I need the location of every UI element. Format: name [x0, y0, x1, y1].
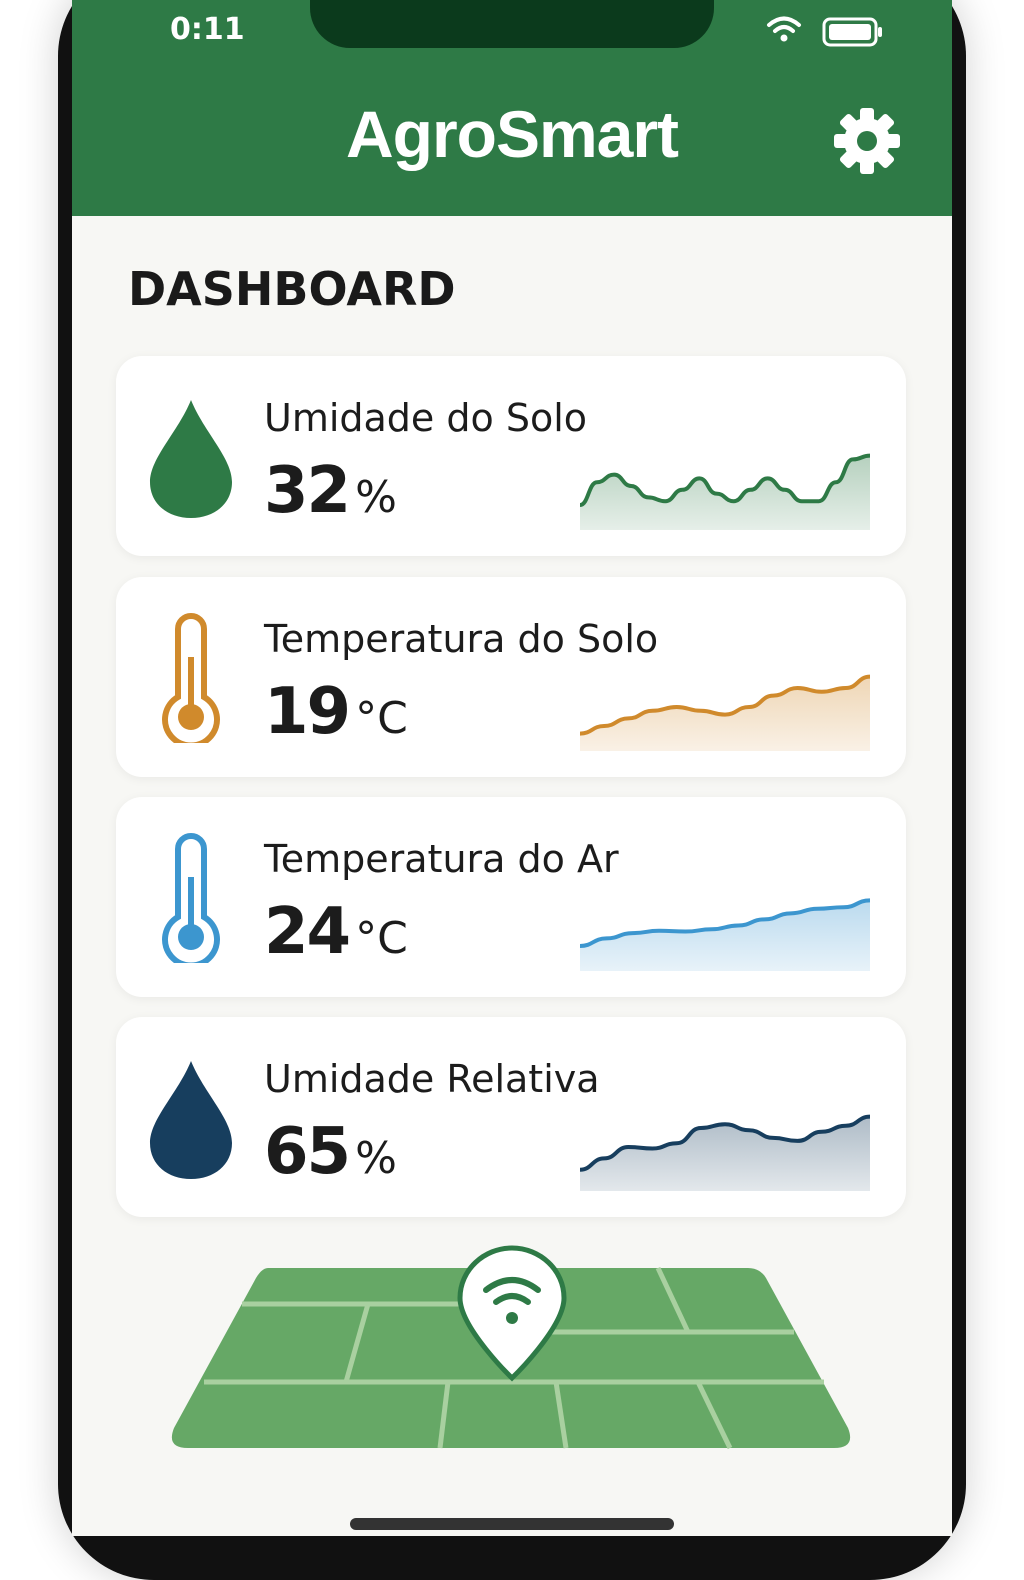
battery-icon	[822, 17, 882, 47]
gear-icon[interactable]	[832, 106, 902, 176]
metric-label: Temperatura do Ar	[264, 837, 619, 881]
field-map[interactable]	[168, 1240, 858, 1470]
trend-sparkline	[580, 898, 870, 971]
metric-value: 19 °C	[264, 675, 408, 749]
metric-number: 65	[264, 1115, 351, 1189]
water-drop-icon	[150, 1061, 232, 1179]
metric-value: 65%	[264, 1115, 397, 1189]
metric-unit: °C	[355, 913, 408, 964]
sparkline-area	[580, 1116, 870, 1191]
device-notch	[310, 0, 714, 48]
home-indicator[interactable]	[350, 1518, 674, 1530]
metric-unit: °C	[355, 693, 408, 744]
metric-card-soil-temperature[interactable]: Temperatura do Solo 19 °C	[116, 577, 906, 777]
status-time: 0:11	[170, 12, 245, 47]
metric-card-soil-moisture[interactable]: Umidade do Solo 32%	[116, 356, 906, 556]
metric-label: Umidade do Solo	[264, 396, 587, 440]
metric-label: Temperatura do Solo	[264, 617, 659, 661]
page-title: DASHBOARD	[128, 262, 456, 316]
metric-unit: %	[355, 1133, 397, 1184]
water-drop-icon	[150, 400, 232, 518]
metric-card-air-temperature[interactable]: Temperatura do Ar 24 °C	[116, 797, 906, 997]
metric-number: 24	[264, 895, 351, 969]
metric-label: Umidade Relativa	[264, 1057, 600, 1101]
metric-value: 24 °C	[264, 895, 408, 969]
metric-value: 32%	[264, 454, 397, 528]
wifi-icon	[767, 16, 801, 42]
thermometer-icon	[162, 833, 220, 963]
metric-number: 19	[264, 675, 351, 749]
thermometer-icon	[162, 613, 220, 743]
app-screen: 0:11 AgroSmart DASHBOARD Umidade do Solo…	[72, 0, 952, 1536]
metric-number: 32	[264, 454, 351, 528]
trend-sparkline	[580, 674, 870, 751]
trend-sparkline	[580, 453, 870, 530]
app-header: 0:11 AgroSmart	[72, 0, 952, 216]
app-title: AgroSmart	[345, 97, 679, 171]
trend-sparkline	[580, 1114, 870, 1191]
metric-unit: %	[355, 472, 397, 523]
metric-card-relative-humidity[interactable]: Umidade Relativa 65%	[116, 1017, 906, 1217]
